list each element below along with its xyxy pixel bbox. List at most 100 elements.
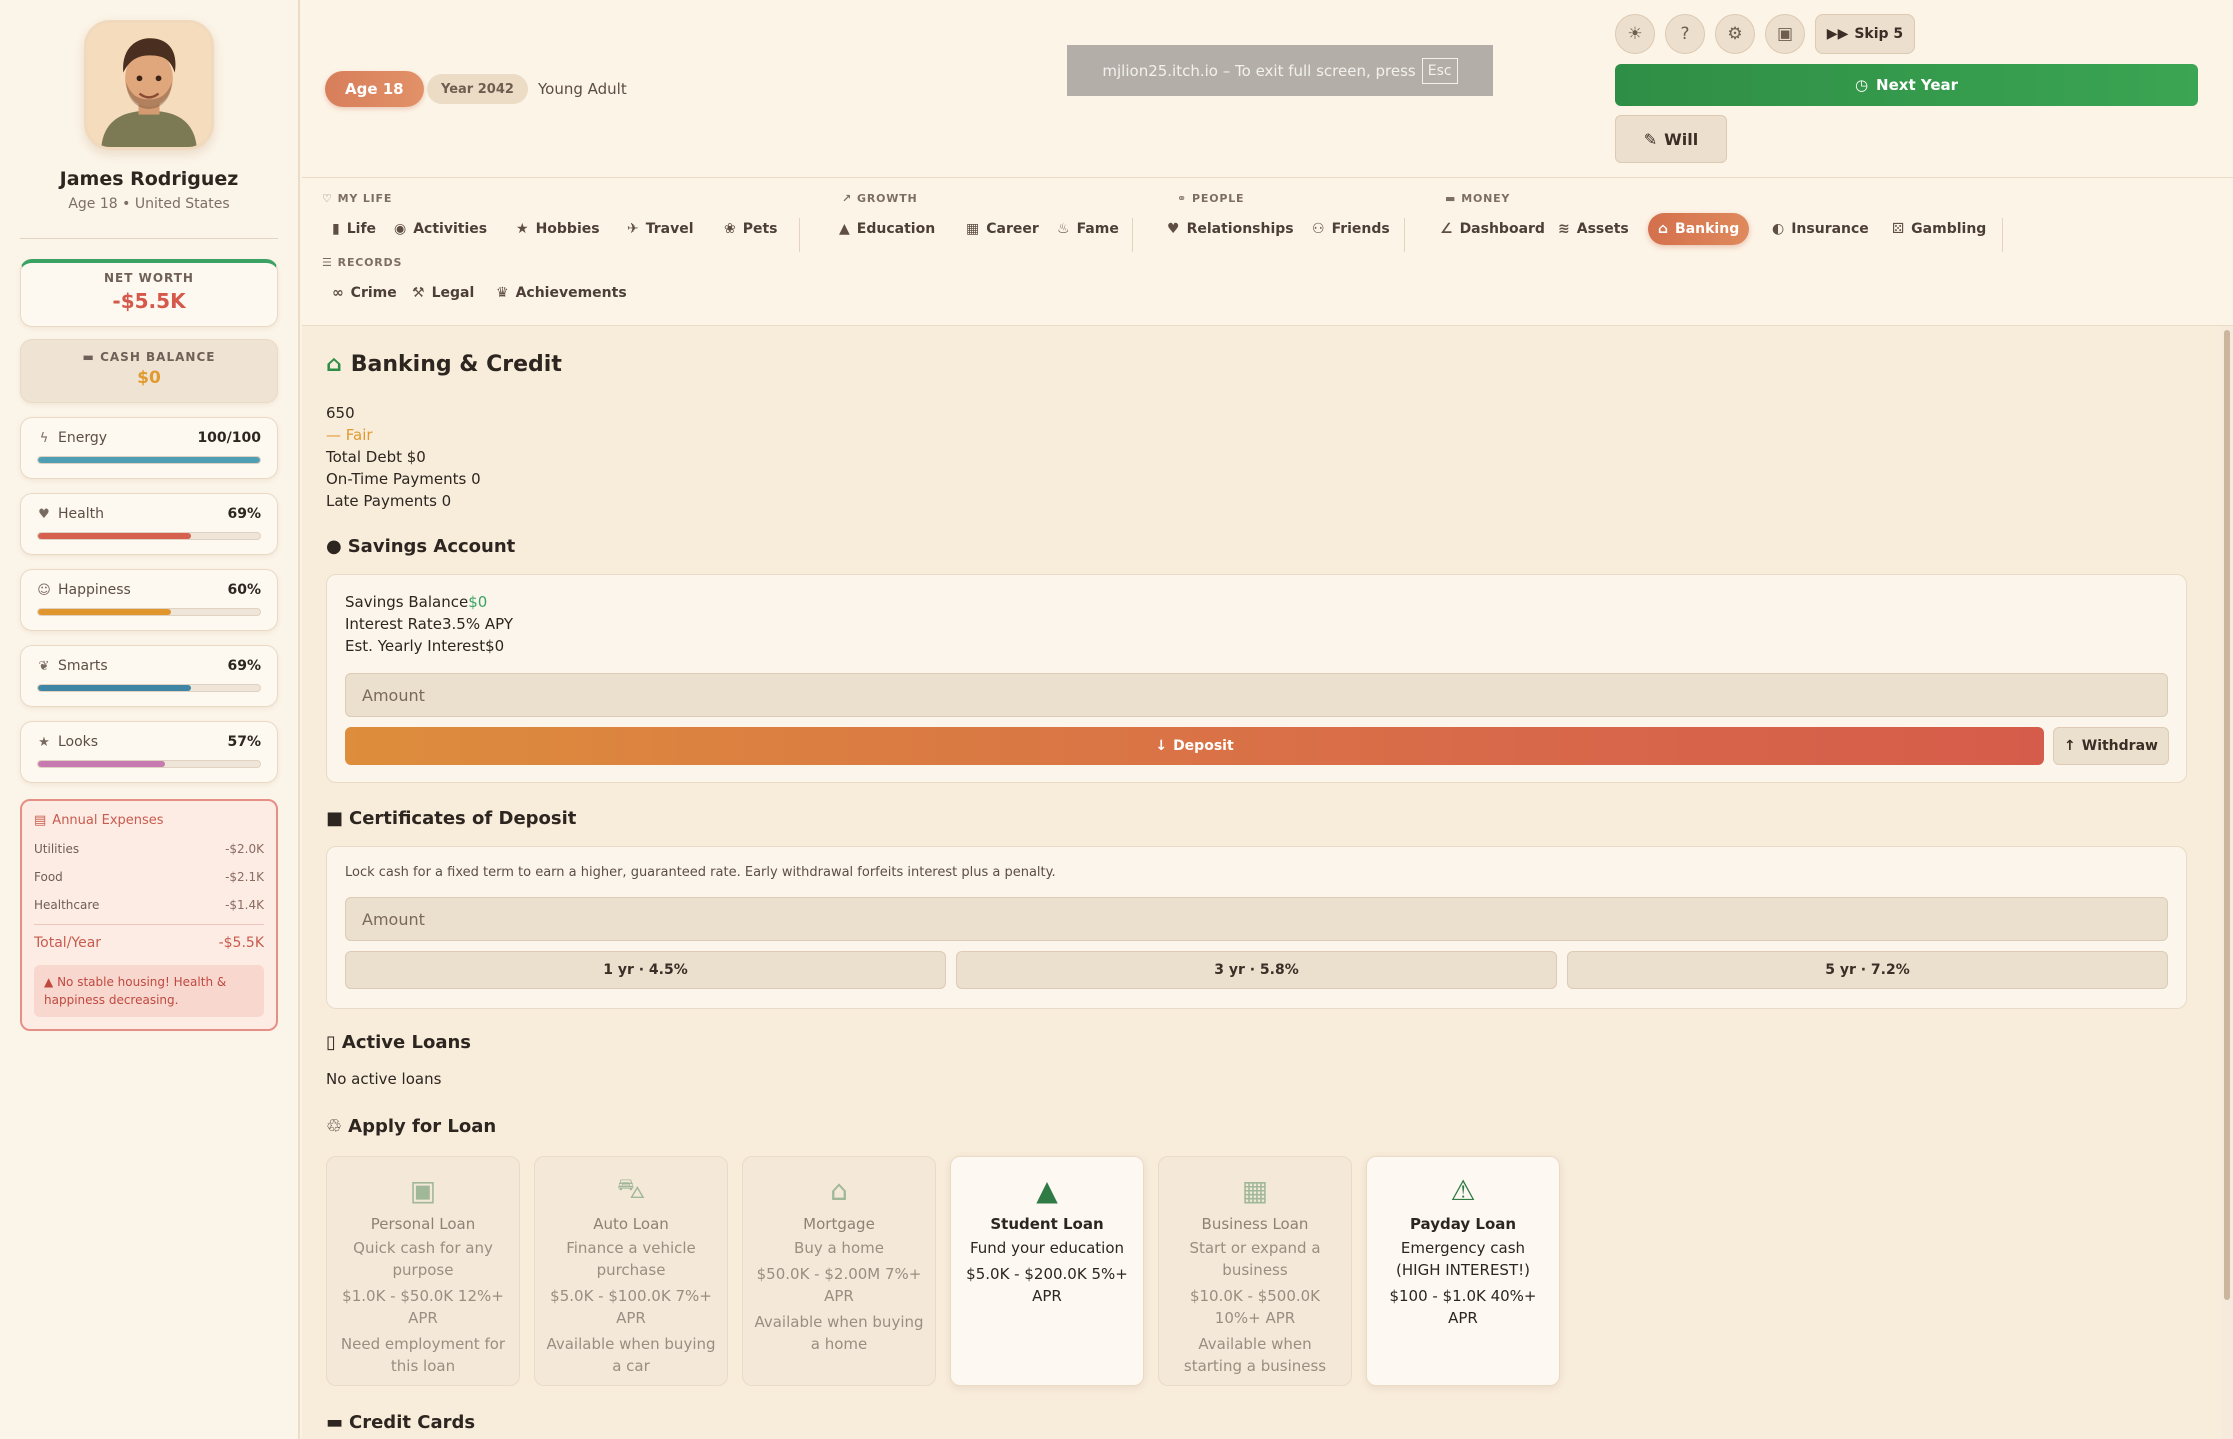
- book-icon: ▮: [332, 221, 340, 237]
- save-button[interactable]: ▣: [1765, 14, 1805, 54]
- stat-bar: [37, 760, 261, 768]
- deposit-button[interactable]: ↓ Deposit: [345, 727, 2044, 765]
- nav-item-banking[interactable]: ⌂ Banking: [1648, 213, 1750, 245]
- help-icon: ?: [1680, 24, 1690, 44]
- on-time-payments: On-Time Payments 0: [326, 470, 481, 488]
- skip-5-button[interactable]: ▶▶ Skip 5: [1815, 14, 1915, 54]
- lock-icon: ■: [326, 808, 344, 829]
- nav-item-hobbies[interactable]: ★ Hobbies: [506, 213, 610, 245]
- loan-card-mortgage[interactable]: ⌂ Mortgage Buy a home $50.0K - $2.00M 7%…: [742, 1156, 936, 1386]
- brain-icon: ❦: [38, 658, 50, 674]
- credit-summary: 650 — Fair Total Debt $0 On-Time Payment…: [326, 402, 481, 512]
- nav-item-achievements[interactable]: ♛ Achievements: [486, 277, 637, 309]
- gamepad-icon: ◉: [394, 221, 407, 237]
- nav-item-legal[interactable]: ⚒ Legal: [402, 277, 484, 309]
- cd-option-5yr[interactable]: 5 yr · 7.2%: [1567, 951, 2168, 989]
- loan-note: Available when starting a business: [1183, 1335, 1327, 1375]
- nav-item-insurance[interactable]: ◐ Insurance: [1762, 213, 1879, 245]
- nav-item-assets[interactable]: ≋ Assets: [1548, 213, 1639, 245]
- cd-description: Lock cash for a fixed term to earn a hig…: [345, 865, 1056, 880]
- clock-icon: ◷: [1854, 76, 1869, 94]
- expenses-title: Annual Expenses: [52, 813, 164, 828]
- bank-icon: ⌂: [1658, 221, 1669, 237]
- nav-divider: [1132, 218, 1133, 252]
- next-year-button[interactable]: ◷ Next Year: [1615, 64, 2198, 106]
- heart-icon: ♥: [38, 506, 50, 522]
- life-stage: Young Adult: [538, 80, 627, 98]
- nav-item-education[interactable]: ▲ Education: [829, 213, 945, 245]
- nav-item-gambling[interactable]: ⚄ Gambling: [1882, 213, 1996, 245]
- chart-line-icon: ∠: [1440, 221, 1453, 237]
- coins-icon: ≋: [1558, 221, 1570, 237]
- net-worth-card: NET WORTH -$5.5K: [20, 259, 278, 327]
- interest-rate: Interest Rate3.5% APY: [345, 615, 513, 633]
- total-debt: Total Debt $0: [326, 448, 426, 466]
- nav-item-friends[interactable]: ⚇ Friends: [1302, 213, 1400, 245]
- help-button[interactable]: ?: [1665, 14, 1705, 54]
- divider: [34, 924, 264, 925]
- cd-option-1yr[interactable]: 1 yr · 4.5%: [345, 951, 946, 989]
- receipt-icon: ▤: [34, 813, 47, 828]
- nav-item-pets[interactable]: ❀ Pets: [714, 213, 788, 245]
- nav-item-fame[interactable]: ♨ Fame: [1047, 213, 1129, 245]
- settings-button[interactable]: ⚙: [1715, 14, 1755, 54]
- stat-energy: ϟ Energy 100/100: [20, 417, 278, 479]
- stat-bar-fill: [38, 761, 165, 767]
- withdraw-button[interactable]: ↑ Withdraw: [2053, 727, 2169, 765]
- nav-item-travel[interactable]: ✈ Travel: [617, 213, 704, 245]
- loan-card-personal[interactable]: ▣ Personal Loan Quick cash for any purpo…: [326, 1156, 520, 1386]
- stat-bar: [37, 456, 261, 464]
- loan-name: Mortgage: [803, 1215, 875, 1233]
- loan-card-student[interactable]: ▲ Student Loan Fund your education $5.0K…: [950, 1156, 1144, 1386]
- stat-value: 57%: [227, 734, 261, 750]
- warning-icon: ▲: [44, 975, 54, 989]
- loan-name: Business Loan: [1201, 1215, 1309, 1233]
- stat-bar-fill: [38, 685, 192, 691]
- loan-card-business[interactable]: ▦ Business Loan Start or expand a busine…: [1158, 1156, 1352, 1386]
- loan-range: $50.0K - $2.00M 7%+ APR: [756, 1265, 922, 1305]
- cd-section-title: ■ Certificates of Deposit: [326, 808, 577, 829]
- scrollbar-thumb[interactable]: [2224, 330, 2230, 1300]
- nav-item-activities[interactable]: ◉ Activities: [384, 213, 497, 245]
- loan-note: Available when buying a home: [754, 1313, 924, 1353]
- dice-icon: ⚄: [1892, 221, 1905, 237]
- credit-rating: — Fair: [326, 426, 373, 444]
- nav-item-life[interactable]: ▮ Life: [322, 213, 386, 245]
- stat-value: 69%: [227, 658, 261, 674]
- top-header: Age 18 Year 2042 Young Adult mjlion25.it…: [302, 0, 2233, 178]
- nav-item-career[interactable]: ▦ Career: [956, 213, 1049, 245]
- nav-item-relationships[interactable]: ♥ Relationships: [1157, 213, 1304, 245]
- stat-label: Energy: [58, 430, 108, 446]
- trend-up-icon: ↗: [842, 192, 853, 205]
- active-loans-title: ▯ Active Loans: [326, 1032, 471, 1053]
- nav-group-my-life: ♡ MY LIFE: [322, 192, 393, 205]
- main-scrollbar[interactable]: [2221, 326, 2233, 1439]
- credit-score: 650: [326, 404, 355, 422]
- car-icon: ⛍: [616, 1171, 646, 1205]
- theme-button[interactable]: ☀: [1615, 14, 1655, 54]
- stat-value: 60%: [227, 582, 261, 598]
- avatar: [84, 20, 214, 150]
- savings-amount-input[interactable]: Amount: [345, 673, 2168, 717]
- cash-balance-card: ▬ CASH BALANCE $0: [20, 339, 278, 403]
- nav-group-people: ⚭ PEOPLE: [1177, 192, 1245, 205]
- stat-value: 100/100: [197, 430, 261, 446]
- age-badge: Age 18: [325, 71, 424, 107]
- main-content: ⌂ Banking & Credit 650 — Fair Total Debt …: [302, 326, 2221, 1439]
- piggy-bank-icon: ●: [326, 536, 342, 557]
- loan-card-payday[interactable]: ⚠ Payday Loan Emergency cash (HIGH INTER…: [1366, 1156, 1560, 1386]
- cd-amount-input[interactable]: Amount: [345, 897, 2168, 941]
- gavel-icon: ⚒: [412, 285, 425, 301]
- gear-icon: ⚙: [1727, 24, 1743, 44]
- loan-card-auto[interactable]: ⛍ Auto Loan Finance a vehicle purchase $…: [534, 1156, 728, 1386]
- annual-expenses-panel: ▤ Annual Expenses Utilities -$2.0K Food -$2…: [20, 799, 278, 1031]
- loan-description: Finance a vehicle purchase: [566, 1239, 696, 1279]
- player-name: James Rodriguez: [59, 168, 239, 190]
- nav-divider: [799, 218, 800, 252]
- nav-item-dashboard[interactable]: ∠ Dashboard: [1430, 213, 1555, 245]
- nav-group-growth: ↗ GROWTH: [842, 192, 918, 205]
- late-payments: Late Payments 0: [326, 492, 452, 510]
- cd-option-3yr[interactable]: 3 yr · 5.8%: [956, 951, 1557, 989]
- will-button[interactable]: ✎ Will: [1615, 115, 1727, 163]
- nav-item-crime[interactable]: ∞ Crime: [322, 277, 407, 309]
